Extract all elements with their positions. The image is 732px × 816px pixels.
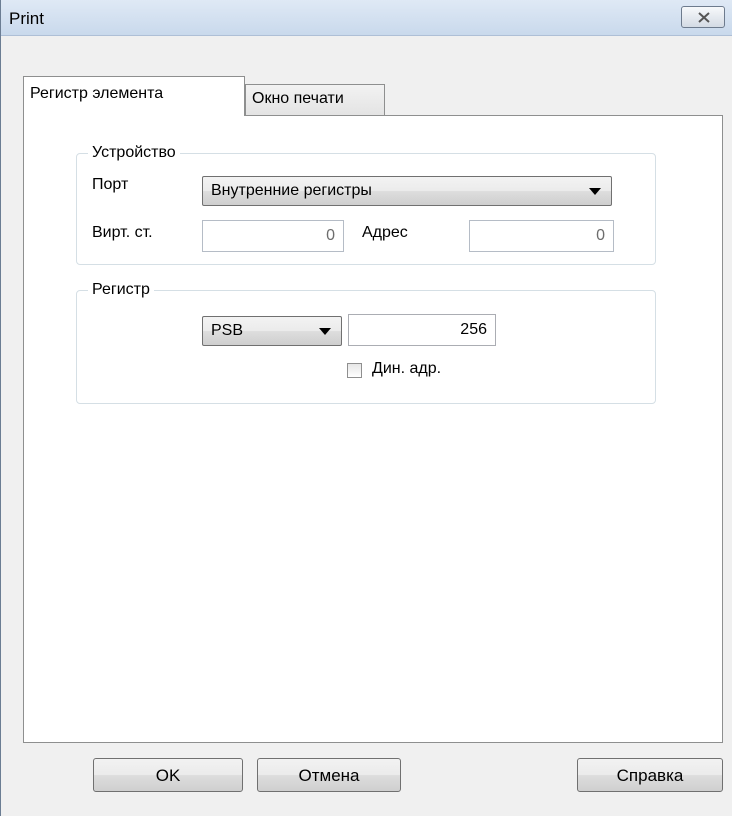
- address-field[interactable]: 0: [469, 220, 614, 252]
- print-dialog: Print Регистр элемента Окно печати Устро…: [0, 0, 732, 816]
- close-icon: [698, 12, 710, 23]
- close-button[interactable]: [681, 6, 725, 28]
- tab-print-window[interactable]: Окно печати: [245, 84, 385, 116]
- window-title: Print: [9, 9, 44, 28]
- port-label: Порт: [92, 176, 129, 193]
- port-select-value: Внутренние регистры: [211, 182, 372, 199]
- title-bar: Print: [1, 0, 732, 36]
- register-group-legend: Регистр: [88, 281, 154, 299]
- chevron-down-icon: [319, 328, 331, 335]
- dyn-addr-label: Дин. адр.: [372, 360, 442, 377]
- dyn-addr-checkbox[interactable]: [347, 363, 362, 378]
- tab-panel: Устройство Порт Внутренние регистры Вирт…: [23, 115, 723, 743]
- register-type-value: PSB: [211, 322, 244, 339]
- device-group-legend: Устройство: [88, 144, 180, 162]
- tab-register[interactable]: Регистр элемента: [23, 76, 245, 116]
- ok-button[interactable]: OK: [93, 758, 243, 792]
- address-label: Адрес: [362, 224, 408, 241]
- cancel-button[interactable]: Отмена: [257, 758, 401, 792]
- register-number-field[interactable]: 256: [348, 314, 496, 346]
- virt-station-label: Вирт. ст.: [92, 224, 153, 241]
- help-button[interactable]: Справка: [577, 758, 723, 792]
- register-type-select[interactable]: PSB: [202, 316, 342, 346]
- virt-station-field[interactable]: 0: [202, 220, 344, 252]
- register-groupbox: [76, 290, 656, 404]
- port-select[interactable]: Внутренние регистры: [202, 176, 612, 206]
- chevron-down-icon: [589, 188, 601, 195]
